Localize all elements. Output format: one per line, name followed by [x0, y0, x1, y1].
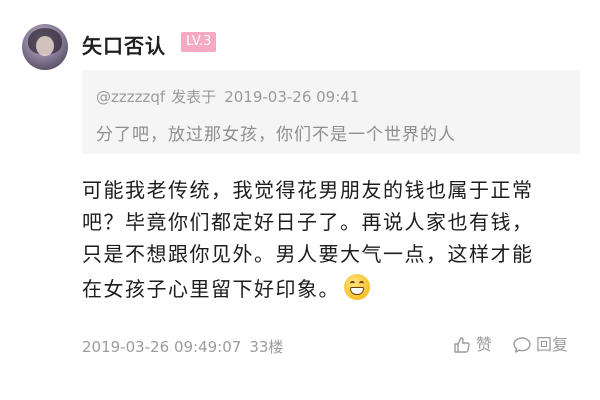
grinning-face-icon	[344, 274, 370, 300]
comment-line: 可能我老传统，我觉得花男朋友的钱也属于正常	[82, 178, 534, 202]
quoted-comment[interactable]: @zzzzzqf 发表于 2019-03-26 09:41 分了吧，放过那女孩，你们…	[82, 70, 580, 154]
comment-post: 矢口否认 LV.3 @zzzzzqf 发表于 2019-03-26 09:41 分了…	[0, 0, 600, 400]
emoji-left-eye	[350, 281, 355, 286]
quote-posted-label: 发表于	[171, 88, 217, 106]
comment-body: 可能我老传统，我觉得花男朋友的钱也属于正常 吧？毕竟你们都定好日子了。再说人家也…	[82, 174, 582, 305]
comment-line: 只是不想跟你见外。男人要大气一点，这样才能	[82, 242, 534, 266]
quote-text: 分了吧，放过那女孩，你们不是一个世界的人	[96, 125, 456, 145]
quote-datetime: 2019-03-26 09:41	[224, 88, 360, 106]
comment-meta: 2019-03-26 09:49:07 33楼	[82, 336, 283, 357]
comment-line-text: 在女孩子心里留下好印象。	[82, 277, 340, 301]
quote-author[interactable]: @zzzzzqf	[96, 88, 165, 106]
thumbs-up-icon	[454, 337, 470, 353]
avatar[interactable]	[22, 24, 68, 70]
username[interactable]: 矢口否认	[82, 30, 166, 59]
like-button[interactable]: 赞	[452, 334, 492, 356]
emoji-right-eye	[359, 281, 364, 286]
comment-line-last: 在女孩子心里留下好印象。	[82, 270, 582, 305]
reply-button[interactable]: 回复	[512, 334, 568, 356]
reply-label: 回复	[536, 335, 569, 354]
speech-bubble-icon	[513, 337, 531, 353]
floor-number: 33楼	[249, 338, 284, 356]
level-badge: LV.3	[181, 32, 217, 52]
emoji-mouth	[350, 287, 364, 295]
comment-line: 吧？毕竟你们都定好日子了。再说人家也有钱，	[82, 210, 534, 234]
quote-meta: @zzzzzqf 发表于 2019-03-26 09:41	[96, 86, 359, 107]
like-label: 赞	[476, 335, 493, 354]
avatar-face	[36, 36, 54, 56]
comment-datetime: 2019-03-26 09:49:07	[82, 338, 242, 356]
